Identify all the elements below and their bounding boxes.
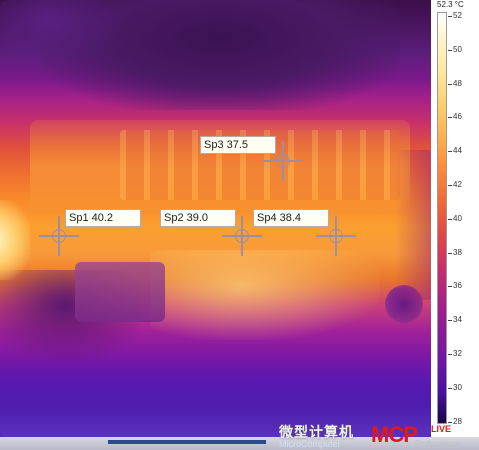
bright-component-region	[150, 250, 380, 340]
scale-tick	[448, 151, 452, 153]
scale-tick	[448, 49, 452, 51]
scale-tick-label: 46	[453, 112, 462, 122]
scale-tick	[448, 218, 452, 220]
scale-tick-label: 52	[453, 11, 462, 20]
temperature-color-scale	[437, 12, 447, 424]
component-block	[75, 262, 165, 322]
scale-tick	[448, 83, 452, 85]
scale-tick	[448, 16, 452, 17]
scale-tick	[448, 387, 452, 389]
watermark-english: MicroComputer	[279, 439, 341, 449]
scale-tick-label: 42	[453, 180, 462, 189]
scale-tick	[448, 286, 452, 288]
bottom-strip-bar	[108, 440, 266, 444]
watermark: 微型计算机 MicroComputer MCP LIVE Professiona…	[279, 422, 479, 450]
scale-tick-label: 34	[453, 315, 462, 325]
scale-tick-label: 32	[453, 349, 462, 358]
scale-tick-label: 48	[453, 78, 462, 88]
spot-sp3-crosshair-icon	[263, 141, 303, 181]
watermark-logo: MCP	[371, 422, 418, 447]
scale-tick-label: 36	[453, 281, 462, 291]
scale-tick-label: 30	[453, 382, 462, 392]
scale-tick-label: 50	[453, 44, 462, 54]
scale-max-label: 52.3 °C	[437, 0, 464, 9]
scale-tick-label: 44	[453, 146, 462, 156]
scale-tick-label: 38	[453, 247, 462, 257]
left-hot-glow	[0, 200, 30, 280]
scale-tick	[448, 320, 452, 322]
scale-tick-label: 40	[453, 213, 462, 223]
scale-tick	[448, 117, 452, 119]
scale-tick	[448, 185, 452, 186]
thermal-image: Sp3 37.5 Sp1 40.2 Sp2 39.0 Sp4 38.4	[0, 0, 431, 437]
right-edge-region	[395, 150, 431, 300]
watermark-live: LIVE	[431, 424, 452, 434]
scale-tick	[448, 252, 452, 254]
top-left-region	[0, 0, 120, 70]
spot-sp1-crosshair-icon	[39, 216, 79, 256]
scale-tick	[448, 354, 452, 355]
spot-sp4-crosshair-icon	[316, 216, 356, 256]
watermark-professional: Professional	[415, 439, 460, 448]
